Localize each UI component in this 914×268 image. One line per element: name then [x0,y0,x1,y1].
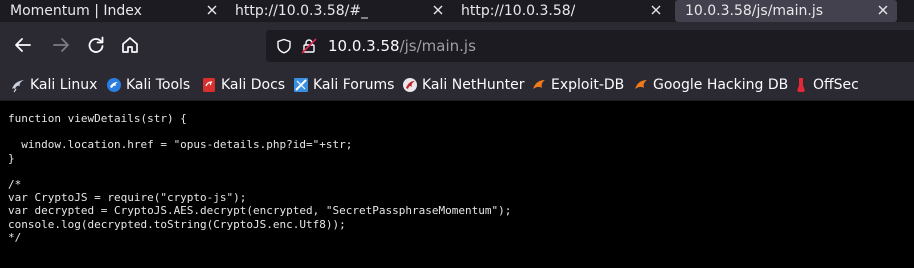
code-line: function viewDetails(str) { [8,112,187,125]
kali-forums-icon [294,78,308,92]
url-bar[interactable]: 10.0.3.58/js/main.js [266,30,914,62]
bookmark-google-hacking-db[interactable]: Google Hacking DB [633,75,788,95]
bookmark-kali-nethunter[interactable]: Kali NetHunter [402,75,524,95]
url-text: 10.0.3.58/js/main.js [328,37,476,55]
navigation-toolbar: 10.0.3.58/js/main.js [0,22,914,68]
close-icon[interactable] [875,2,891,18]
tab-label: http://10.0.3.58/#_ [235,3,369,19]
bookmark-label: Kali Tools [126,77,191,93]
tab-label: 10.0.3.58/js/main.js [685,3,824,19]
url-path: /js/main.js [399,37,476,55]
shield-icon[interactable] [276,38,292,54]
back-arrow-icon[interactable] [12,34,34,56]
bookmark-exploit-db[interactable]: Exploit-DB [531,75,624,95]
kali-tools-icon [107,78,121,92]
kali-dragon-icon [12,80,24,93]
tab-url-hash[interactable]: http://10.0.3.58/#_ [226,0,452,22]
code-line: /* [8,178,22,192]
tab-label: Momentum | Index [10,3,142,19]
bookmark-kali-linux[interactable]: Kali Linux [10,75,97,95]
bookmark-kali-docs[interactable]: Kali Docs [201,75,285,95]
source-code: function viewDetails(str) { window.locat… [8,112,511,244]
ghdb-icon [635,80,647,89]
bookmark-offsec[interactable]: OffSec [793,75,859,95]
tab-main-js[interactable]: 10.0.3.58/js/main.js [675,0,897,22]
close-icon[interactable] [204,2,220,18]
offsec-icon [797,78,805,92]
tab-strip: Momentum | Index http://10.0.3.58/#_ htt… [0,0,914,22]
kali-docs-icon [203,78,215,92]
code-line: console.log(decrypted.toString(CryptoJS.… [8,217,346,231]
tab-label: http://10.0.3.58/ [461,3,576,19]
code-line: } [8,151,15,165]
reload-icon[interactable] [85,34,107,56]
close-icon[interactable] [430,2,446,18]
bookmark-label: Kali Forums [313,77,395,93]
exploit-db-icon [533,80,545,89]
code-line: var CryptoJS = require("crypto-js"); [8,191,247,205]
forward-arrow-icon[interactable] [50,34,72,56]
code-line: */ [8,230,22,244]
code-line: var decrypted = CryptoJS.AES.decrypt(enc… [8,204,512,218]
bookmark-kali-tools[interactable]: Kali Tools [106,75,190,95]
url-host: 10.0.3.58 [328,37,400,55]
bookmark-label: Exploit-DB [551,77,625,93]
tab-momentum-index[interactable]: Momentum | Index [0,0,226,22]
bookmark-label: Kali Docs [221,77,286,93]
bookmark-label: OffSec [813,77,859,93]
code-line: window.location.href = "opus-details.php… [8,138,353,152]
bookmark-kali-forums[interactable]: Kali Forums [293,75,394,95]
insecure-lock-icon[interactable] [300,37,318,55]
home-icon[interactable] [119,34,141,56]
tab-url-root[interactable]: http://10.0.3.58/ [452,0,670,22]
bookmark-label: Google Hacking DB [653,77,789,93]
close-icon[interactable] [648,2,664,18]
kali-nethunter-icon [403,78,417,92]
bookmark-label: Kali Linux [30,77,98,93]
bookmark-label: Kali NetHunter [422,77,525,93]
bookmarks-bar: Kali Linux Kali Tools Kali Docs Kali For… [0,68,914,101]
